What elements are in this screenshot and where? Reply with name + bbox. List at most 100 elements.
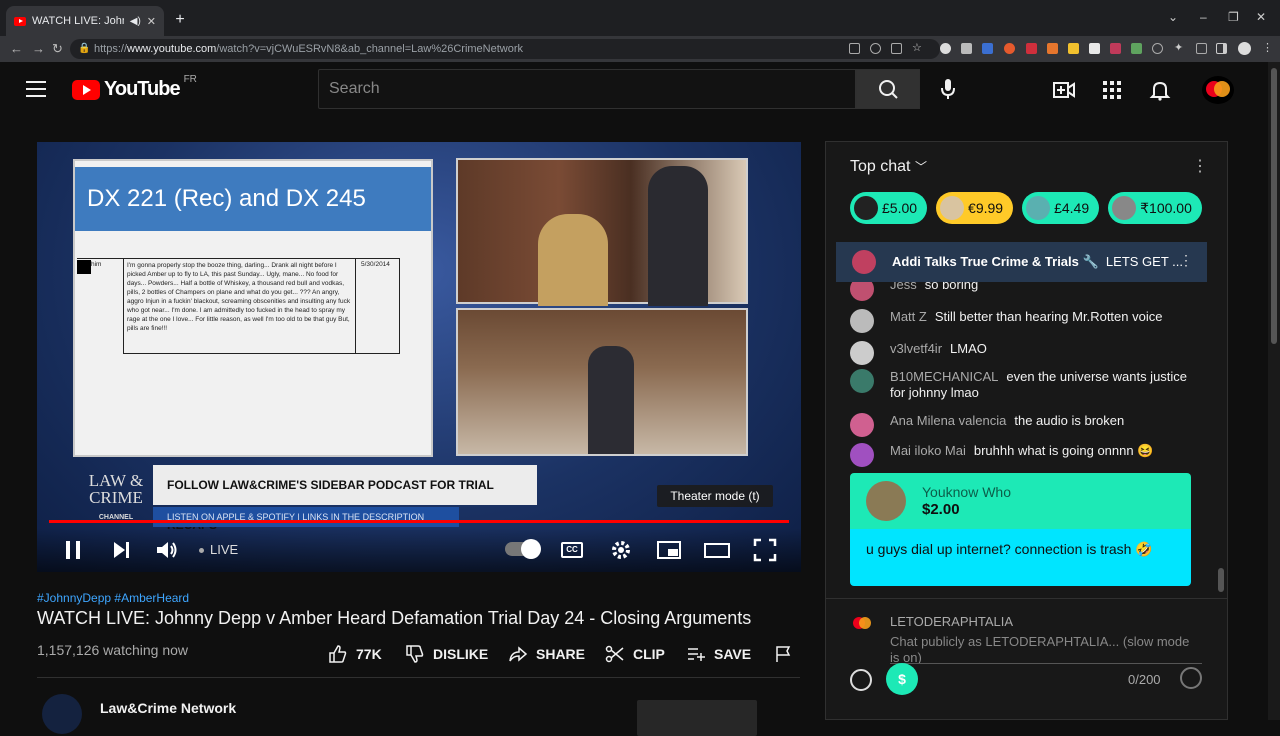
ticker-item[interactable]: £4.49 <box>1022 192 1100 224</box>
ticker-item[interactable]: £5.00 <box>850 192 928 224</box>
dislike-button[interactable]: DISLIKE <box>405 644 488 664</box>
super-chat-button[interactable]: $ <box>886 663 918 695</box>
tab-title: WATCH LIVE: Johnny Depp v <box>32 15 124 27</box>
law-crime-wordmark: LAW & CRIME <box>88 471 144 507</box>
chat-user-name: LETODERAPHTALIA <box>890 614 1014 629</box>
maximize-icon[interactable]: ❐ <box>1228 10 1239 24</box>
bookmark-star-icon[interactable]: ☆ <box>912 43 923 54</box>
pinned-message[interactable]: Addi Talks True Crime & Trials 🔧 LETS GE… <box>836 242 1207 282</box>
chat-scrollbar[interactable] <box>1218 568 1224 592</box>
extension-icon[interactable] <box>1068 43 1079 54</box>
superchat-card[interactable]: Youknow Who $2.00 u guys dial up interne… <box>850 473 1191 586</box>
ticker-avatar <box>854 196 878 220</box>
account-avatar[interactable] <box>1202 76 1234 104</box>
extension-icon[interactable] <box>1110 43 1121 54</box>
video-player[interactable]: DX 221 (Rec) and DX 245 him I'm gonna pr… <box>37 142 801 572</box>
report-button[interactable] <box>774 644 794 664</box>
address-bar[interactable]: 🔒 https://www.youtube.com/watch?v=vjCWuE… <box>70 39 940 59</box>
zoom-icon[interactable] <box>870 43 881 54</box>
voice-search-button[interactable] <box>930 71 966 107</box>
promo-subbanner: LISTEN ON APPLE & SPOTIFY | LINKS IN THE… <box>153 507 459 527</box>
page-scrollbar[interactable] <box>1268 62 1280 720</box>
dislike-label: DISLIKE <box>433 646 489 662</box>
subscribe-button[interactable] <box>637 700 757 736</box>
chat-menu-icon[interactable]: ⋮ <box>1192 156 1208 176</box>
browser-menu-icon[interactable]: ⋮ <box>1262 43 1273 54</box>
create-video-icon[interactable] <box>1052 78 1076 102</box>
share-page-icon[interactable] <box>891 43 902 54</box>
channel-name[interactable]: Law&Crime Network <box>100 700 236 716</box>
youtube-logo[interactable]: YouTube FR <box>72 74 197 101</box>
superchat-amount: $2.00 <box>922 501 960 518</box>
miniplayer-button[interactable] <box>655 536 683 564</box>
search-button[interactable] <box>856 69 920 109</box>
autoplay-toggle[interactable] <box>505 539 541 559</box>
chat-message[interactable]: Matt Z Still better than hearing Mr.Rotte… <box>850 309 1202 333</box>
forward-icon[interactable]: → <box>32 41 45 56</box>
chat-message[interactable]: B10MECHANICAL even the universe wants jus… <box>850 369 1202 401</box>
extension-icon[interactable] <box>961 43 972 54</box>
chat-message[interactable]: v3lvetf4ir LMAO <box>850 341 1202 365</box>
extension-icon[interactable] <box>1026 43 1037 54</box>
back-icon[interactable]: ← <box>10 41 23 56</box>
subtitles-button[interactable]: CC <box>561 542 583 558</box>
search-input[interactable]: Search <box>318 69 856 109</box>
close-window-icon[interactable]: ✕ <box>1256 10 1266 24</box>
ticker-item[interactable]: ₹100.00 <box>1108 192 1202 224</box>
channel-avatar[interactable] <box>42 694 82 734</box>
extension-icon[interactable] <box>1152 43 1163 54</box>
chat-message[interactable]: Jess so boring <box>850 282 1202 301</box>
extension-icon[interactable] <box>940 43 951 54</box>
reload-icon[interactable]: ↻ <box>52 41 63 57</box>
tab-close-icon[interactable]: ✕ <box>147 15 156 28</box>
extension-icon[interactable] <box>982 43 993 54</box>
notifications-bell-icon[interactable] <box>1148 78 1172 102</box>
extension-icon[interactable] <box>1047 43 1058 54</box>
send-icon[interactable] <box>1180 667 1202 689</box>
clip-button[interactable]: CLIP <box>605 644 665 664</box>
new-tab-button[interactable]: + <box>172 12 188 29</box>
extension-icon[interactable] <box>1131 43 1142 54</box>
settings-button[interactable] <box>607 536 635 564</box>
extension-icon[interactable] <box>1089 43 1100 54</box>
youtube-favicon-icon <box>14 16 26 26</box>
volume-button[interactable] <box>153 536 181 564</box>
minimize-icon[interactable]: – <box>1200 10 1207 24</box>
share-label: SHARE <box>536 646 586 662</box>
profile-avatar[interactable] <box>1238 42 1251 55</box>
page-scroll-thumb[interactable] <box>1271 68 1277 344</box>
message-author: Matt Z <box>890 309 927 324</box>
chat-message[interactable]: Mai iloko Mai bruhhh what is going onnnn … <box>850 443 1202 467</box>
install-icon[interactable] <box>849 43 860 54</box>
emoji-picker-icon[interactable] <box>850 669 872 691</box>
volume-icon <box>157 542 177 558</box>
theater-mode-button[interactable] <box>703 536 731 564</box>
extension-icon[interactable] <box>1004 43 1015 54</box>
fullscreen-button[interactable] <box>751 536 779 564</box>
chat-input[interactable]: Chat publicly as LETODERAPHTALIA... (slo… <box>890 634 1202 664</box>
next-button[interactable] <box>107 536 135 564</box>
save-button[interactable]: SAVE <box>686 644 751 664</box>
courtroom-camera-1 <box>456 158 748 306</box>
apps-grid-icon[interactable] <box>1100 78 1124 102</box>
puzzle-icon[interactable]: ✦ <box>1174 43 1185 54</box>
reading-list-icon[interactable] <box>1196 43 1207 54</box>
live-indicator[interactable]: LIVE <box>199 542 238 557</box>
pause-icon <box>66 541 80 559</box>
url-host: www.youtube.com <box>127 43 217 55</box>
speaker-icon[interactable]: ◀) <box>130 16 141 27</box>
chat-message[interactable]: Ana Milena valencia the audio is broken <box>850 413 1202 437</box>
side-panel-icon[interactable] <box>1216 43 1227 54</box>
like-button[interactable]: 77K <box>328 644 382 664</box>
pause-button[interactable] <box>59 536 87 564</box>
video-hashtags[interactable]: #JohnnyDepp #AmberHeard <box>37 591 189 605</box>
browser-tab[interactable]: WATCH LIVE: Johnny Depp v ◀) ✕ <box>6 6 164 36</box>
chat-header: Top chat ﹀ ⋮ <box>826 142 1227 190</box>
progress-bar[interactable] <box>49 520 789 523</box>
ticker-item[interactable]: €9.99 <box>936 192 1014 224</box>
chat-mode-dropdown[interactable]: Top chat ﹀ <box>850 158 927 176</box>
pinned-menu-icon[interactable]: ⋮ <box>1179 252 1193 269</box>
share-button[interactable]: SHARE <box>508 644 585 664</box>
tab-search-icon[interactable]: ⌄ <box>1168 10 1178 24</box>
menu-icon[interactable] <box>26 81 46 97</box>
